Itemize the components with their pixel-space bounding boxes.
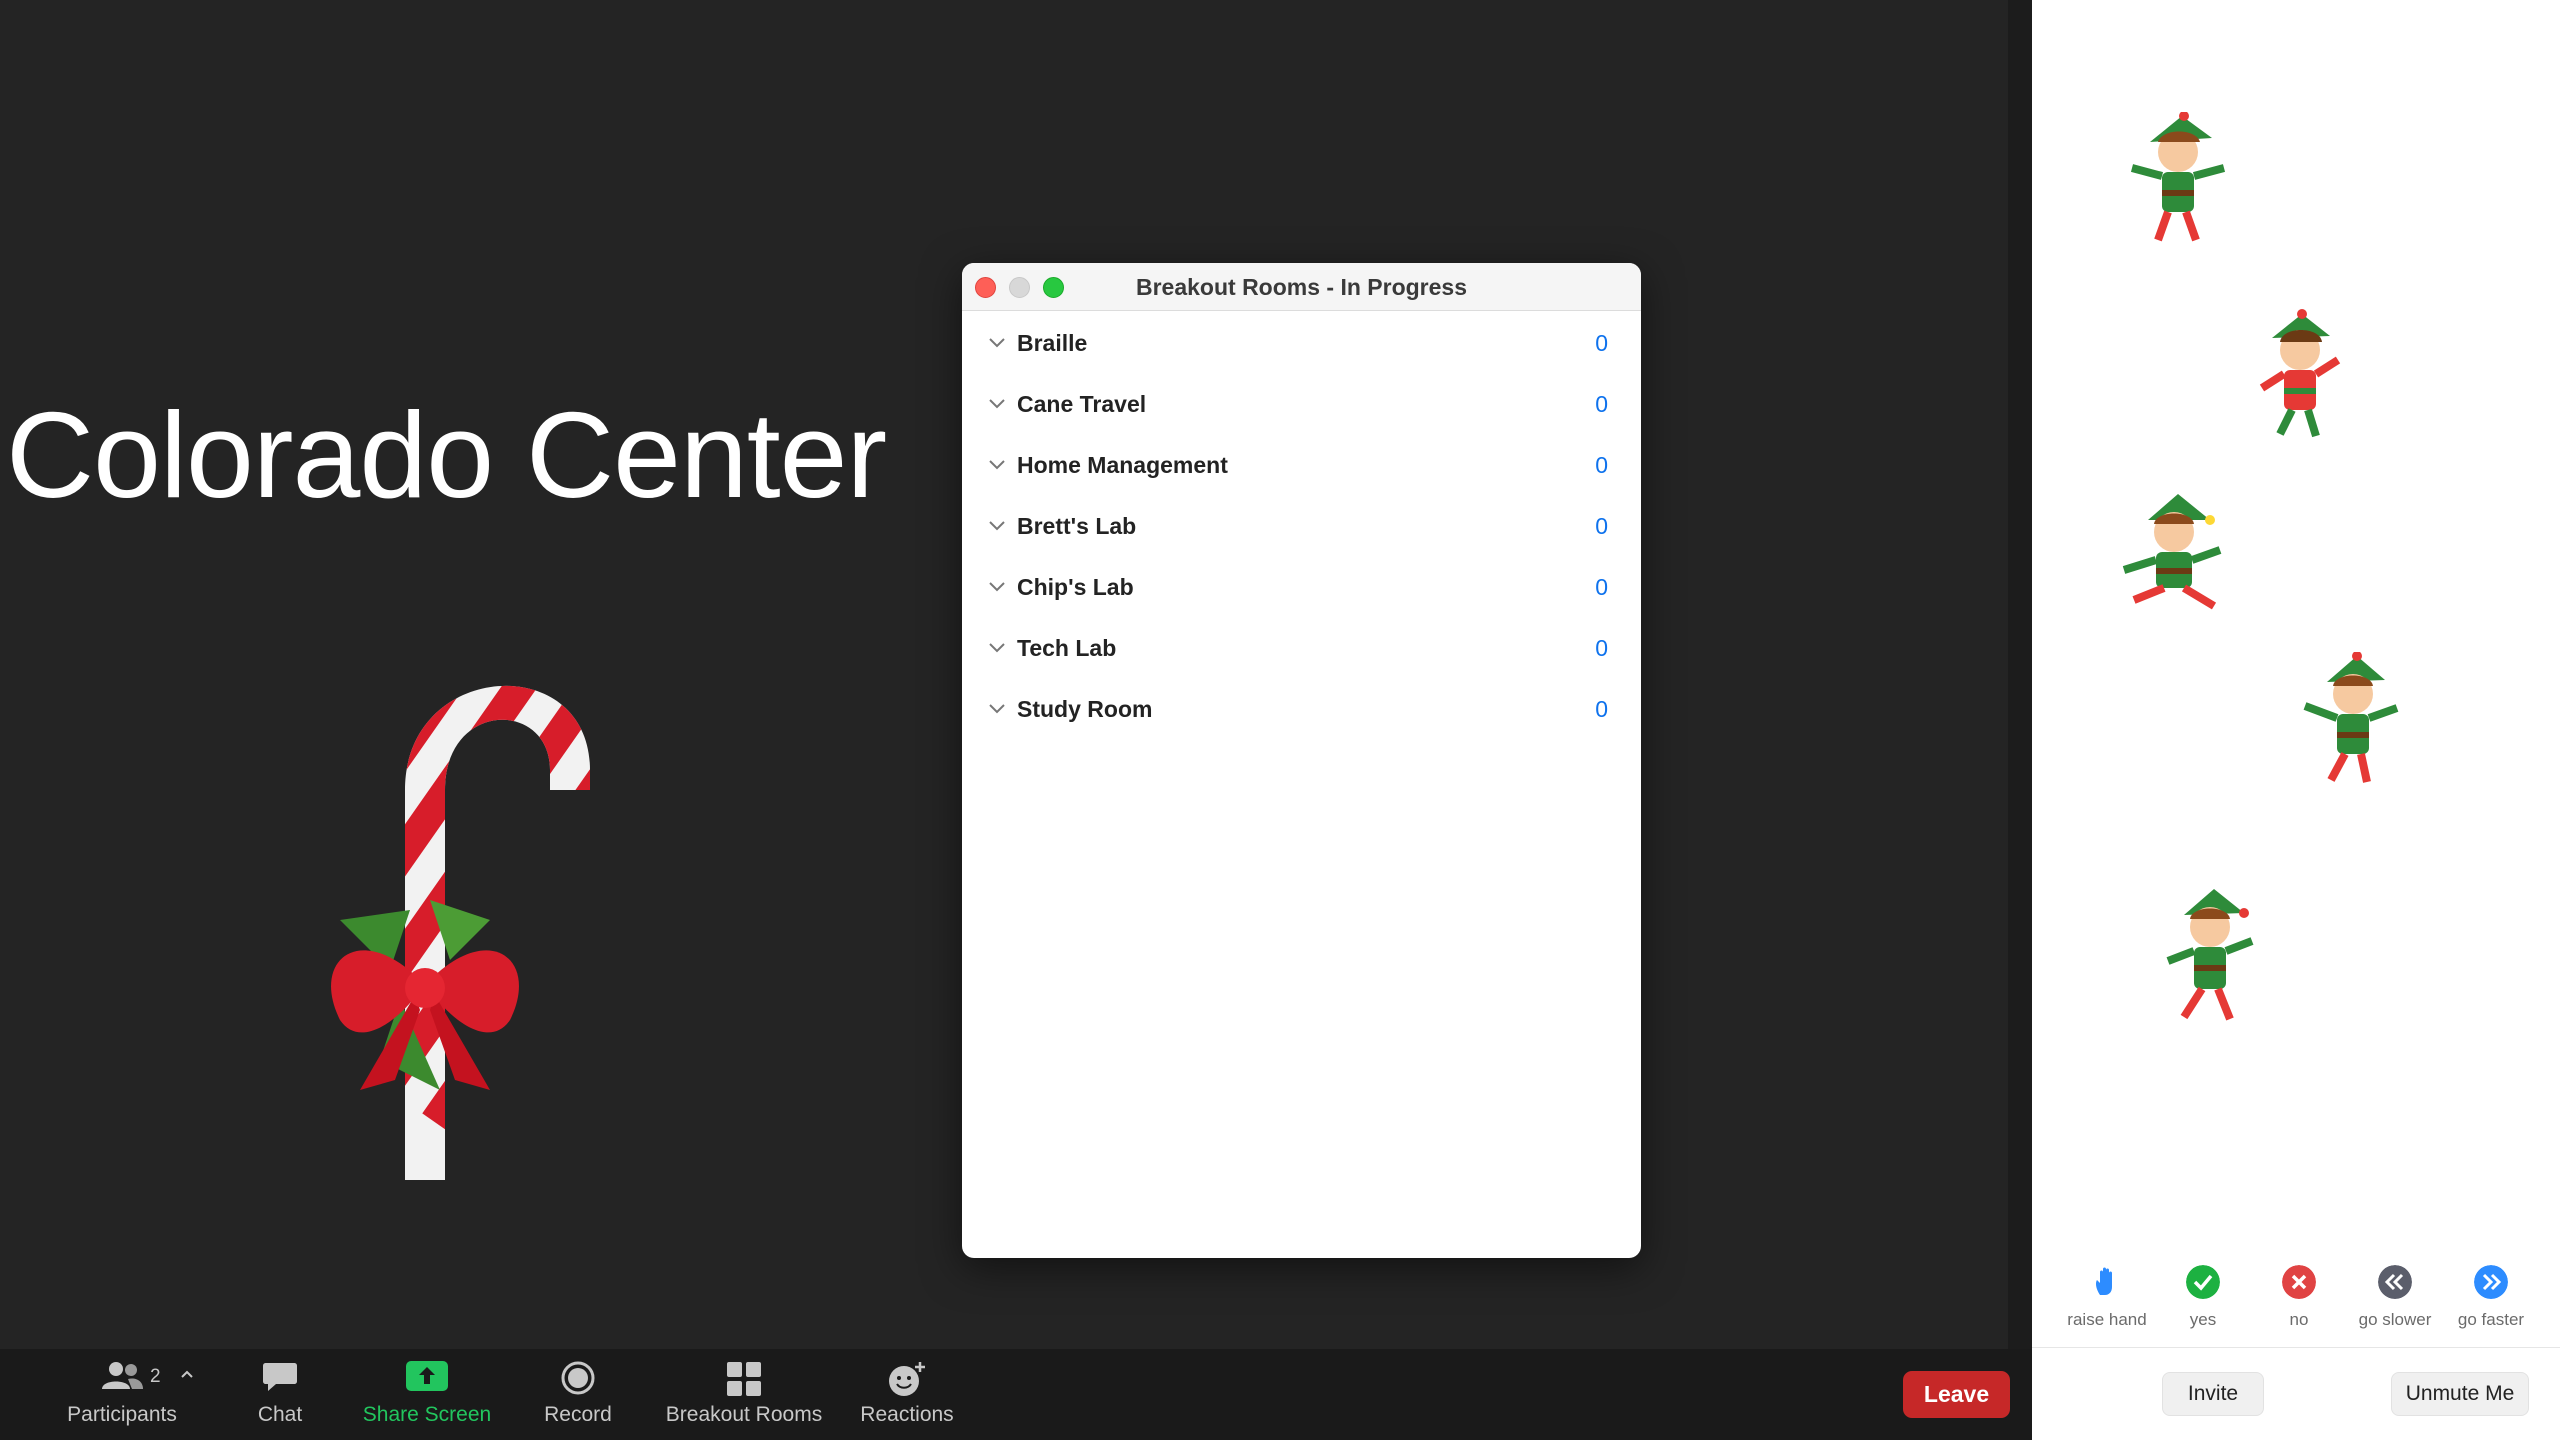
smiley-plus-icon [889,1362,925,1396]
room-name: Brett's Lab [1017,513,1137,539]
raise-hand-button[interactable]: raise hand [2059,1265,2155,1330]
candy-cane-image [331,685,590,1180]
go-slower-label: go slower [2358,1310,2432,1329]
checkmark-icon [2186,1265,2220,1299]
chevron-down-icon[interactable] [988,337,1006,349]
yes-button[interactable]: yes [2155,1265,2251,1330]
window-titlebar[interactable]: Breakout Rooms - In Progress [962,263,1641,311]
elf-image [2130,112,2226,242]
share-screen-label: Share Screen [362,1403,492,1426]
room-count: 0 [1595,330,1608,356]
room-name: Study Room [1017,696,1153,722]
chat-button[interactable]: Chat [240,1349,320,1440]
room-list: Braille 0 Cane Travel 0 Home Management … [962,311,1641,742]
room-count: 0 [1595,452,1608,478]
record-label: Record [544,1403,612,1426]
chat-icon [263,1363,297,1391]
chevron-down-icon[interactable] [988,703,1006,715]
room-count: 0 [1595,696,1608,722]
elf-image [2259,309,2341,438]
room-row[interactable]: Chip's Lab 0 [962,559,1641,620]
share-title: Colorado Center [6,387,887,523]
share-screen-button[interactable]: Share Screen [350,1349,504,1440]
chevron-down-icon[interactable] [988,642,1006,654]
room-count: 0 [1595,513,1608,539]
room-row[interactable]: Cane Travel 0 [962,376,1641,437]
breakout-rooms-window: Breakout Rooms - In Progress Braille 0 C… [962,263,1641,1258]
participants-icon [102,1362,143,1389]
elf-image [2166,889,2254,1021]
panel-divider [2008,0,2032,1440]
room-row[interactable]: Braille 0 [962,315,1641,376]
go-slower-button[interactable]: go slower [2347,1265,2443,1330]
participants-count: 2 [150,1366,161,1387]
room-count: 0 [1595,574,1608,600]
yes-label: yes [2189,1310,2217,1329]
unmute-me-button[interactable]: Unmute Me [2391,1372,2529,1416]
chevron-down-icon[interactable] [988,520,1006,532]
room-name: Cane Travel [1017,391,1147,417]
room-name: Home Management [1017,452,1228,478]
room-name: Braille [1017,330,1088,356]
raised-hand-icon [2096,1267,2112,1295]
go-faster-label: go faster [2457,1310,2525,1329]
go-faster-button[interactable]: go faster [2443,1265,2539,1330]
record-icon [561,1361,595,1395]
chevron-down-icon[interactable] [988,398,1006,410]
participants-button[interactable]: 2 Participants [52,1349,194,1440]
share-screen-icon [406,1361,448,1391]
no-button[interactable]: no [2251,1265,2347,1330]
room-row[interactable]: Home Management 0 [962,437,1641,498]
rewind-icon [2378,1265,2412,1299]
window-title: Breakout Rooms - In Progress [1135,274,1468,300]
panel-separator [2032,1347,2560,1348]
reactions-label: Reactions [860,1403,954,1426]
fast-forward-icon [2474,1265,2508,1299]
chevron-down-icon[interactable] [988,581,1006,593]
chevron-up-icon[interactable] [180,1369,194,1379]
room-name: Chip's Lab [1017,574,1134,600]
breakout-rooms-button[interactable]: Breakout Rooms [660,1349,828,1440]
participant-panel: raise hand yes no go slower go faster In… [2032,0,2560,1440]
x-icon [2282,1265,2316,1299]
participants-label: Participants [67,1403,177,1426]
meeting-toolbar: 2 Participants Chat Share Screen Record … [0,1349,2032,1440]
room-row[interactable]: Brett's Lab 0 [962,498,1641,559]
record-button[interactable]: Record [534,1349,622,1440]
raise-hand-label: raise hand [2067,1310,2147,1329]
reactions-button[interactable]: Reactions [855,1349,959,1440]
grid-icon [727,1362,761,1396]
shared-screen: Colorado Center Breakout Rooms - In Prog… [0,0,2008,1349]
elf-image [2122,494,2222,610]
room-row[interactable]: Study Room 0 [962,681,1641,742]
chevron-down-icon[interactable] [988,459,1006,471]
breakout-rooms-label: Breakout Rooms [665,1403,823,1426]
room-name: Tech Lab [1017,635,1117,661]
room-row[interactable]: Tech Lab 0 [962,620,1641,681]
chat-label: Chat [257,1403,303,1426]
nonverbal-feedback-bar: raise hand yes no go slower go faster [2032,1265,2560,1345]
no-label: no [2289,1310,2309,1329]
leave-button[interactable]: Leave [1903,1371,2010,1418]
room-count: 0 [1595,391,1608,417]
invite-button[interactable]: Invite [2162,1372,2264,1416]
elf-image [2303,652,2399,783]
room-count: 0 [1595,635,1608,661]
